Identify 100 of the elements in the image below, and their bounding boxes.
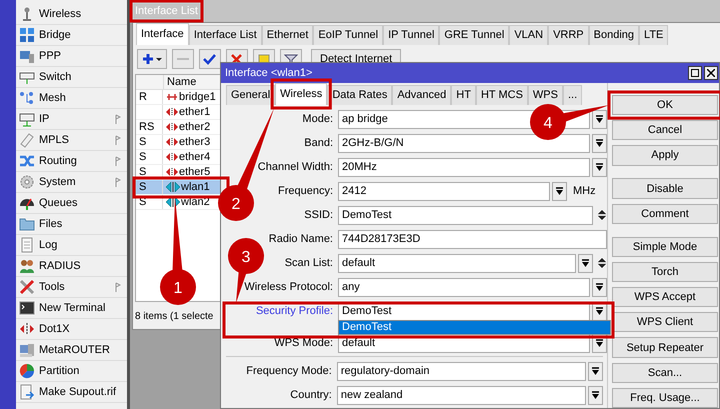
unit-label: MHz (572, 185, 597, 197)
input-field[interactable]: default (338, 254, 576, 272)
squares-icon (19, 27, 35, 43)
action-button[interactable]: OK (612, 95, 718, 116)
terminal-icon (19, 300, 35, 316)
arrows-icon (19, 321, 35, 337)
input-field[interactable]: 744D28173E3D (338, 230, 607, 248)
menu-item[interactable]: Files (39, 218, 127, 230)
cross-icon (230, 53, 244, 65)
arrows-icon (166, 107, 178, 117)
tab[interactable]: WPS (528, 85, 563, 105)
tab[interactable]: Bonding (588, 25, 640, 45)
dropdown-button[interactable] (592, 278, 607, 296)
menu-item[interactable]: Partition (39, 365, 127, 377)
people-icon (19, 258, 35, 274)
field-label: Country: (290, 389, 332, 401)
menu-item[interactable]: New Terminal (39, 302, 127, 314)
down-arrow-icon (556, 187, 563, 195)
action-button[interactable]: Disable (612, 178, 718, 199)
input-field[interactable]: 20MHz (338, 158, 590, 176)
down-arrow-icon (592, 391, 599, 399)
dropdown-button[interactable] (592, 158, 607, 176)
action-button[interactable]: Simple Mode (612, 236, 718, 257)
menu-item[interactable]: MetaROUTER (39, 344, 127, 356)
folder-icon (19, 216, 35, 232)
dialog-title: Interface <wlan1> (225, 67, 312, 79)
pie-chart-icon (19, 363, 35, 379)
tab[interactable]: Wireless (275, 83, 328, 105)
action-button[interactable]: Comment (612, 204, 718, 224)
menu-item[interactable]: IP (39, 113, 111, 125)
maximize-button[interactable] (688, 66, 702, 80)
menu-item[interactable]: Mesh (39, 92, 127, 104)
action-button[interactable]: Torch (612, 262, 718, 282)
dropdown-option[interactable]: DemoTest (339, 321, 610, 334)
tab[interactable]: General (226, 85, 276, 105)
input-field[interactable]: regulatory-domain (336, 362, 586, 380)
tab[interactable]: Interface (136, 23, 189, 45)
menu-item[interactable]: PPP (39, 50, 127, 62)
tab[interactable]: LTE (639, 25, 668, 45)
tag-icon (19, 132, 35, 148)
dropdown-button[interactable] (588, 362, 603, 380)
menu-item[interactable]: Log (39, 239, 127, 251)
menu-item[interactable]: Wireless (39, 8, 127, 20)
menu-item[interactable]: Switch (39, 71, 127, 83)
tab[interactable]: VLAN (509, 25, 548, 45)
input-field[interactable]: any (338, 278, 590, 296)
menu-item[interactable]: Queues (39, 197, 127, 209)
menu-item[interactable]: Dot1X (39, 323, 127, 335)
field-label: SSID: (304, 209, 333, 221)
action-button[interactable]: Cancel (612, 120, 718, 140)
action-button[interactable]: Scan... (612, 362, 718, 383)
square-icon (691, 69, 699, 77)
input-field[interactable]: 2GHz-B/G/N (338, 134, 590, 152)
callout-number: 1 (174, 280, 182, 297)
enable-button[interactable] (199, 49, 221, 69)
tab[interactable]: VRRP (548, 25, 589, 45)
dropdown-button[interactable] (592, 134, 607, 152)
action-button[interactable]: WPS Client (612, 312, 718, 332)
tab[interactable]: IP Tunnel (383, 25, 440, 45)
tab[interactable]: ... (562, 85, 582, 105)
field-label: Radio Name: (268, 233, 333, 245)
tab[interactable]: Ethernet (262, 25, 314, 45)
tab[interactable]: HT (451, 85, 476, 105)
up-down-arrows-icon (597, 257, 607, 269)
action-button[interactable]: Setup Repeater (612, 337, 718, 358)
computer-icon (19, 342, 35, 358)
dropdown-button[interactable] (588, 386, 603, 404)
arrows-icon (166, 122, 178, 132)
tab[interactable]: Data Rates (327, 85, 392, 105)
menu-item[interactable]: Bridge (39, 29, 127, 41)
menu-item[interactable]: RADIUS (39, 260, 127, 272)
input-field[interactable]: DemoTest (338, 206, 593, 224)
menu-item[interactable]: Tools (39, 281, 111, 293)
action-button[interactable]: Apply (612, 145, 718, 166)
action-button[interactable]: WPS Accept (612, 287, 718, 308)
input-field[interactable]: 2412 (338, 182, 550, 200)
add-button[interactable] (137, 49, 167, 69)
tab[interactable]: HT MCS (476, 85, 528, 105)
name-cell: ether3 (179, 136, 210, 148)
menu-item[interactable]: System (39, 176, 111, 188)
input-field[interactable]: new zealand (336, 386, 586, 404)
tab[interactable]: EoIP Tunnel (313, 25, 384, 45)
flag-cell: S (136, 165, 163, 179)
dropdown-button[interactable] (552, 182, 567, 200)
tab[interactable]: Advanced (392, 85, 452, 105)
action-button[interactable]: Freq. Usage... (612, 388, 718, 408)
menu-item[interactable]: Make Supout.rif (39, 386, 127, 398)
field-label: Scan List: (284, 257, 333, 269)
callout-number: 3 (242, 249, 250, 266)
scrollbar[interactable] (127, 0, 130, 409)
tab[interactable]: GRE Tunnel (439, 25, 510, 45)
menu-item[interactable]: Routing (39, 155, 111, 167)
tab[interactable]: Interface List (188, 25, 262, 45)
dropdown-button[interactable] (578, 254, 593, 272)
name-cell: wlan1 (181, 181, 210, 193)
close-button[interactable] (704, 66, 718, 80)
menu-item[interactable]: MPLS (39, 134, 111, 146)
highlight-frame (270, 78, 332, 110)
down-arrow-icon (596, 307, 603, 315)
dropdown-button[interactable] (592, 110, 607, 128)
